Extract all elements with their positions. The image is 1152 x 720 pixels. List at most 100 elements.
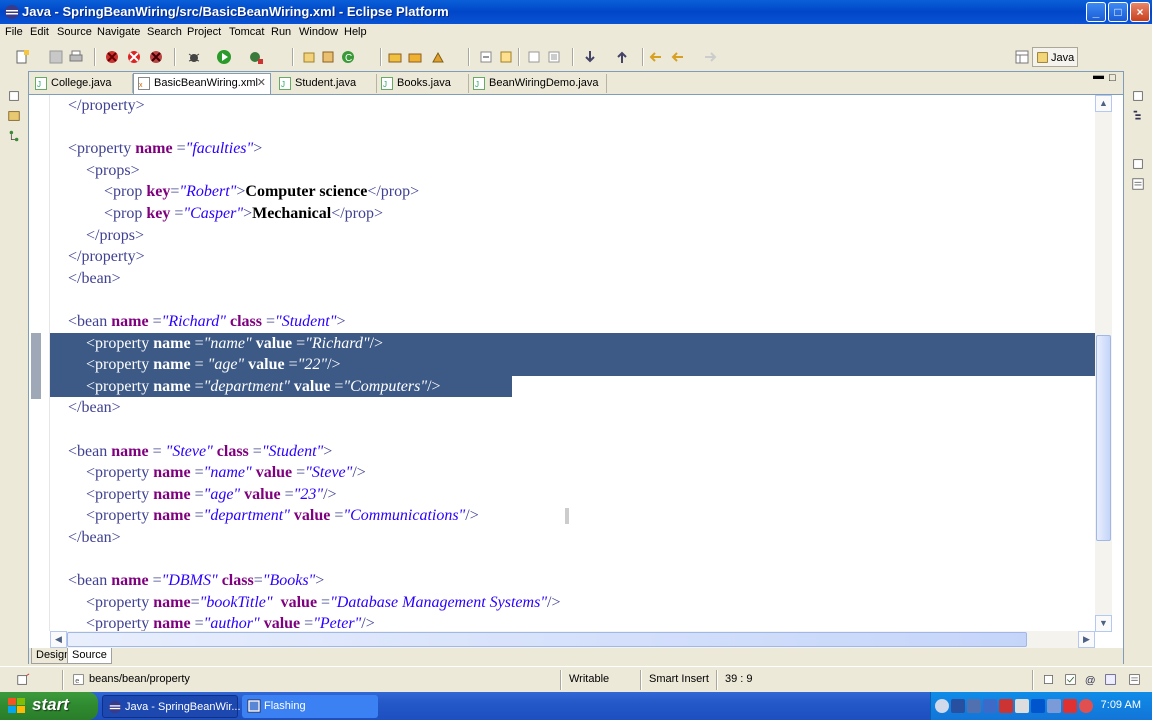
- tab-college-java[interactable]: J College.java: [31, 74, 133, 93]
- outline-icon[interactable]: [1131, 109, 1145, 123]
- code-line[interactable]: <property name ="age" value ="23"/>: [86, 484, 337, 506]
- declaration-icon[interactable]: [1104, 673, 1117, 686]
- tray-bluetooth-icon[interactable]: [1031, 699, 1045, 713]
- search-icon[interactable]: [430, 49, 446, 65]
- hierarchy-icon[interactable]: [7, 129, 21, 143]
- code-line[interactable]: <property name="bookTitle" value ="Datab…: [86, 592, 561, 614]
- open-perspective-icon[interactable]: [1014, 49, 1030, 65]
- open-type-icon[interactable]: [388, 49, 404, 65]
- menu-navigate[interactable]: Navigate: [97, 26, 140, 38]
- restore-view-icon[interactable]: [1131, 89, 1145, 103]
- tray-network-icon[interactable]: [951, 699, 965, 713]
- restore-view-icon[interactable]: [7, 89, 21, 103]
- tray-display-icon[interactable]: [967, 699, 981, 713]
- toggle-highlight-icon[interactable]: [498, 49, 514, 65]
- horizontal-scroll-thumb[interactable]: [67, 632, 1027, 647]
- menu-window[interactable]: Window: [299, 26, 338, 38]
- code-line[interactable]: <bean name ="DBMS" class="Books">: [68, 570, 324, 592]
- previous-annotation-icon[interactable]: [614, 49, 630, 65]
- tray-app-icon[interactable]: [1047, 699, 1061, 713]
- code-line[interactable]: </property>: [68, 95, 145, 117]
- menu-file[interactable]: File: [5, 26, 23, 38]
- tab-beanwiringdemo-java[interactable]: J BeanWiringDemo.java: [469, 74, 607, 93]
- block-select-icon[interactable]: [546, 49, 562, 65]
- horizontal-scrollbar[interactable]: ◀ ▶: [50, 631, 1095, 648]
- forward-icon[interactable]: [702, 49, 718, 65]
- tomcat-restart-icon[interactable]: [148, 49, 164, 65]
- start-button[interactable]: start: [0, 692, 98, 720]
- menu-help[interactable]: Help: [344, 26, 367, 38]
- code-line[interactable]: </property>: [68, 246, 145, 268]
- tab-basicbeanwiring-xml[interactable]: x BasicBeanWiring.xml ✕: [133, 73, 271, 94]
- code-line[interactable]: <bean name = "Steve" class ="Student">: [68, 441, 332, 463]
- vertical-scroll-thumb[interactable]: [1096, 335, 1111, 541]
- taskbar-item-eclipse[interactable]: Java - SpringBeanWir...: [102, 695, 241, 718]
- tasks-icon[interactable]: [1064, 673, 1077, 686]
- menu-edit[interactable]: Edit: [30, 26, 49, 38]
- new-java-project-icon[interactable]: [302, 49, 318, 65]
- tomcat-start-icon[interactable]: [104, 49, 120, 65]
- next-annotation-icon[interactable]: [582, 49, 598, 65]
- code-line[interactable]: <property name ="author" value ="Peter"/…: [86, 613, 375, 631]
- tray-antivirus-icon[interactable]: [1063, 699, 1077, 713]
- back-icon[interactable]: [670, 49, 686, 65]
- vertical-scrollbar[interactable]: ▲ ▼: [1095, 95, 1112, 632]
- console-icon[interactable]: [1131, 177, 1145, 191]
- code-line[interactable]: <property name ="faculties">: [68, 138, 262, 160]
- scroll-down-button[interactable]: ▼: [1095, 615, 1112, 632]
- scroll-up-button[interactable]: ▲: [1095, 95, 1112, 112]
- tray-expand-icon[interactable]: [935, 699, 949, 713]
- maximize-editor-icon[interactable]: □: [1109, 72, 1116, 84]
- menu-source[interactable]: Source: [57, 26, 92, 38]
- show-whitespace-icon[interactable]: [526, 49, 542, 65]
- save-icon[interactable]: [48, 49, 64, 65]
- code-area[interactable]: </property> <property name ="faculties"> <…: [50, 95, 1095, 631]
- open-resource-icon[interactable]: [408, 49, 424, 65]
- close-button[interactable]: ×: [1130, 2, 1150, 22]
- code-line[interactable]: </bean>: [68, 527, 121, 549]
- last-edit-location-icon[interactable]: [648, 49, 664, 65]
- scroll-left-button[interactable]: ◀: [50, 631, 67, 648]
- code-line[interactable]: </bean>: [68, 397, 121, 419]
- menu-project[interactable]: Project: [187, 26, 221, 38]
- perspective-switcher[interactable]: Java: [1032, 47, 1078, 67]
- code-line[interactable]: <props>: [86, 160, 140, 182]
- tray-volume-icon[interactable]: [1015, 699, 1029, 713]
- code-line[interactable]: <property name ="name" value ="Steve"/>: [86, 462, 366, 484]
- tab-student-java[interactable]: J Student.java: [275, 74, 377, 93]
- scroll-right-button[interactable]: ▶: [1078, 631, 1095, 648]
- external-tools-icon[interactable]: [248, 49, 264, 65]
- package-explorer-icon[interactable]: [7, 109, 21, 123]
- tray-monitor-icon[interactable]: [983, 699, 997, 713]
- taskbar-item-flashing[interactable]: Flashing: [242, 695, 378, 718]
- toggle-mark-icon[interactable]: [478, 49, 494, 65]
- maximize-button[interactable]: □: [1108, 2, 1128, 22]
- menu-tomcat[interactable]: Tomcat: [229, 26, 264, 38]
- new-icon[interactable]: [14, 49, 30, 65]
- tomcat-stop-icon[interactable]: [126, 49, 142, 65]
- code-line[interactable]: </bean>: [68, 268, 121, 290]
- menu-run[interactable]: Run: [271, 26, 291, 38]
- minimize-editor-icon[interactable]: ▬: [1093, 70, 1104, 82]
- javadoc-icon[interactable]: @: [1084, 673, 1097, 686]
- tray-security-icon[interactable]: [999, 699, 1013, 713]
- code-line[interactable]: </props>: [86, 225, 144, 247]
- minimize-button[interactable]: _: [1086, 2, 1106, 22]
- restore-view-icon[interactable]: [1042, 673, 1055, 686]
- tab-source[interactable]: Source: [67, 648, 112, 664]
- debug-icon[interactable]: [186, 49, 202, 65]
- run-icon[interactable]: [216, 49, 232, 65]
- tray-alert-icon[interactable]: [1079, 699, 1093, 713]
- code-line[interactable]: <prop key ="Casper">Mechanical</prop>: [104, 203, 383, 225]
- code-line[interactable]: <property name ="department" value ="Com…: [86, 505, 479, 527]
- code-line[interactable]: <bean name ="Richard" class ="Student">: [68, 311, 345, 333]
- fast-view-icon[interactable]: [16, 673, 30, 687]
- menu-search[interactable]: Search: [147, 26, 182, 38]
- restore-view-icon[interactable]: [1131, 157, 1145, 171]
- new-class-icon[interactable]: C: [340, 49, 356, 65]
- code-line[interactable]: <prop key="Robert">Computer science</pro…: [104, 181, 419, 203]
- print-icon[interactable]: [68, 49, 84, 65]
- code-line[interactable]: <property name ="name" value ="Richard"/…: [86, 333, 383, 355]
- code-line[interactable]: <property name = "age" value ="22"/>: [86, 354, 341, 376]
- close-tab-icon[interactable]: ✕: [257, 74, 266, 93]
